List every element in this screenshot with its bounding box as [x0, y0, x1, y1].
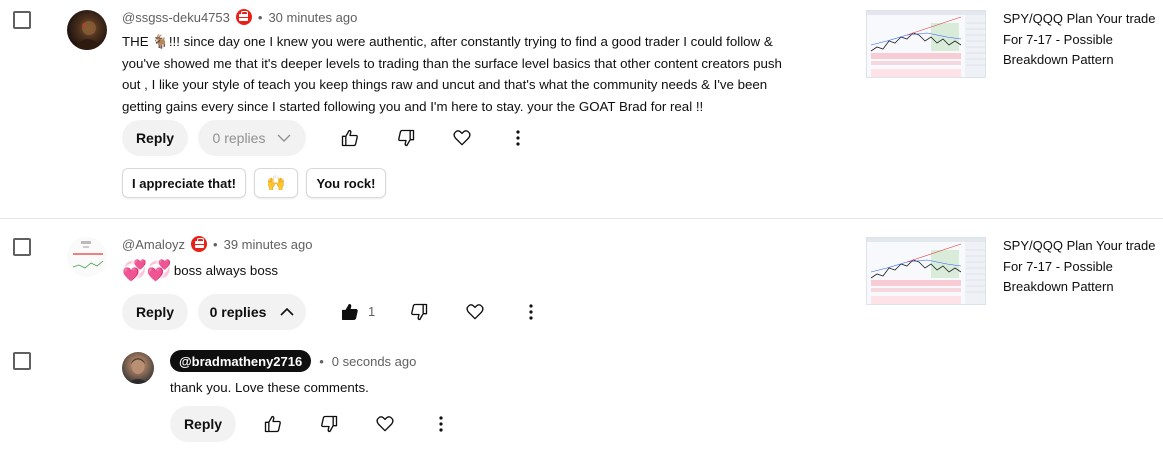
comment-time[interactable]: 30 minutes ago	[268, 10, 357, 25]
replies-label: 0 replies	[212, 130, 266, 146]
chart-thumbnail-image	[867, 238, 985, 304]
reply-button[interactable]: Reply	[122, 294, 188, 330]
dislike-button[interactable]	[401, 294, 437, 330]
avatar[interactable]	[122, 352, 154, 384]
comment-header: @ssgss-deku4753 • 30 minutes ago	[122, 9, 357, 25]
more-actions-button[interactable]	[423, 406, 459, 442]
replies-toggle-button[interactable]: 0 replies	[198, 294, 306, 330]
quick-reply-chip[interactable]: You rock!	[306, 168, 386, 198]
comment-emoji: 💞💞	[122, 260, 172, 282]
comment-time[interactable]: 39 minutes ago	[224, 237, 313, 252]
quick-reply-label: You rock!	[316, 175, 376, 191]
thumbs-up-icon	[341, 129, 358, 147]
comment-text: 💞💞 boss always boss	[122, 259, 278, 283]
heart-icon	[466, 304, 484, 320]
select-checkbox[interactable]	[13, 11, 31, 29]
reply-button-label: Reply	[135, 130, 175, 146]
member-badge-icon	[191, 236, 208, 252]
more-actions-button[interactable]	[513, 294, 549, 330]
reply-header: @bradmatheny2716 • 0 seconds ago	[170, 350, 416, 372]
replies-toggle-button[interactable]: 0 replies	[198, 120, 306, 156]
like-button[interactable]	[332, 294, 368, 330]
dislike-button[interactable]	[388, 120, 424, 156]
like-count: 1	[368, 304, 376, 319]
comment-line: out , I like your style of teach you kee…	[122, 77, 768, 92]
like-button[interactable]	[332, 120, 368, 156]
heart-button[interactable]	[367, 406, 403, 442]
comment-text: THE 🐐!!! since day one I knew you were a…	[122, 31, 822, 117]
chart-thumbnail-image	[867, 11, 985, 77]
thumbs-up-icon	[264, 415, 281, 433]
more-vert-icon	[529, 304, 533, 320]
video-title-link[interactable]: SPY/QQQ Plan Your trade For 7-17 - Possi…	[1003, 236, 1158, 298]
thumbs-down-icon	[411, 303, 428, 321]
comment-header: @Amaloyz • 39 minutes ago	[122, 236, 313, 252]
heart-button[interactable]	[444, 120, 480, 156]
select-checkbox[interactable]	[13, 238, 31, 256]
video-thumbnail[interactable]	[866, 10, 986, 78]
comment-line: you've showed me that it's deeper levels…	[122, 55, 782, 71]
comment-line: getting gains every since I started foll…	[122, 98, 704, 114]
chevron-down-icon	[277, 134, 291, 142]
thumbs-up-icon	[342, 304, 358, 320]
reply-text: thank you. Love these comments.	[170, 380, 369, 395]
reply-button-label: Reply	[183, 416, 223, 432]
thumbs-down-icon	[398, 129, 415, 147]
separator-dot: •	[319, 353, 324, 369]
author-handle[interactable]: @Amaloyz	[122, 237, 185, 252]
separator-dot: •	[257, 9, 263, 25]
thumbs-down-icon	[321, 415, 338, 433]
channel-owner-handle[interactable]: @bradmatheny2716	[170, 350, 312, 372]
like-button[interactable]	[255, 406, 291, 442]
chevron-up-icon	[280, 308, 294, 316]
select-checkbox[interactable]	[13, 352, 31, 370]
comment-divider	[0, 218, 1163, 219]
author-handle[interactable]: @ssgss-deku4753	[122, 10, 230, 25]
member-badge-icon	[235, 9, 252, 25]
reply-button[interactable]: Reply	[170, 406, 236, 442]
avatar[interactable]	[67, 237, 107, 277]
replies-label: 0 replies	[209, 304, 267, 320]
quick-reply-label: 🙌	[266, 175, 286, 192]
heart-button[interactable]	[457, 294, 493, 330]
quick-reply-label: I appreciate that!	[131, 175, 237, 191]
quick-reply-chip[interactable]: 🙌	[254, 168, 298, 198]
heart-icon	[453, 130, 471, 146]
separator-dot: •	[213, 236, 218, 252]
video-title-link[interactable]: SPY/QQQ Plan Your trade For 7-17 - Possi…	[1003, 9, 1158, 71]
comment-body: boss always boss	[173, 263, 279, 279]
video-thumbnail[interactable]	[866, 237, 986, 305]
dislike-button[interactable]	[311, 406, 347, 442]
more-vert-icon	[439, 416, 443, 432]
heart-icon	[376, 416, 394, 432]
reply-button[interactable]: Reply	[122, 120, 188, 156]
reply-time[interactable]: 0 seconds ago	[332, 354, 417, 369]
more-actions-button[interactable]	[500, 120, 536, 156]
comment-line: THE 🐐!!! since day one I knew you were a…	[122, 34, 773, 49]
quick-reply-chip[interactable]: I appreciate that!	[122, 168, 246, 198]
reply-button-label: Reply	[135, 304, 175, 320]
more-vert-icon	[516, 130, 520, 146]
avatar[interactable]	[67, 10, 107, 50]
